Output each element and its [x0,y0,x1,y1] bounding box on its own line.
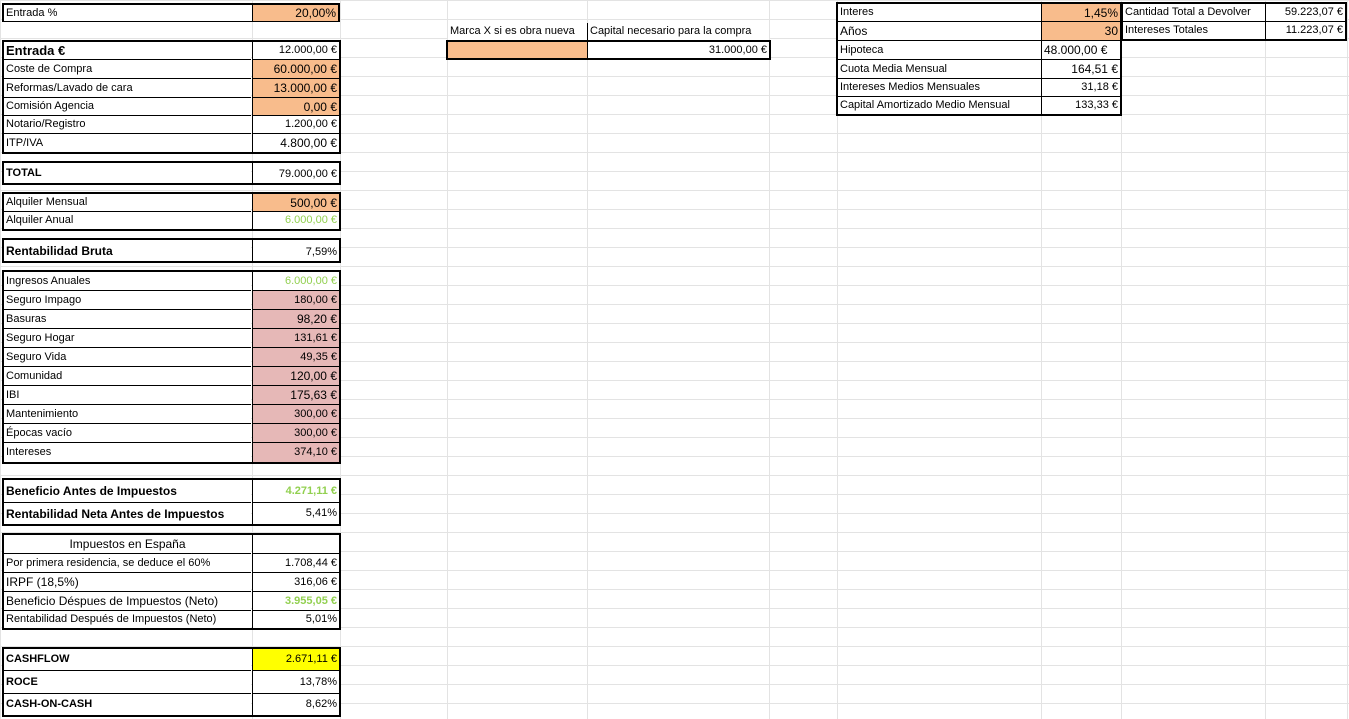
beneficio-neto-value: 3.955,05 € [253,592,339,611]
intereses-totales-label: Intereses Totales [1123,22,1265,39]
roce-label: ROCE [4,671,251,694]
total-value: 79.000,00 € [253,165,339,183]
notario-value: 1.200,00 € [253,116,339,134]
comision-value[interactable]: 0,00 € [253,98,339,116]
primera-residencia-value: 1.708,44 € [253,554,339,573]
itp-label: ITP/IVA [4,134,251,152]
intereses-medios-label: Intereses Medios Mensuales [838,79,1041,97]
notario-label: Notario/Registro [4,116,251,134]
beneficio-antes-label: Beneficio Antes de Impuestos [4,480,251,503]
anos-value[interactable]: 30 [1042,22,1120,41]
ibi-label: IBI [4,386,251,405]
mantenimiento-label: Mantenimiento [4,405,251,424]
obra-nueva-input[interactable] [448,41,587,59]
total-label: TOTAL [4,163,251,183]
primera-residencia-label: Por primera residencia, se deduce el 60% [4,554,251,573]
alquiler-anual-value: 6.000,00 € [253,212,339,229]
cash-on-cash-value: 8,62% [253,694,339,715]
irpf-value: 316,06 € [253,573,339,592]
cuota-media-label: Cuota Media Mensual [838,60,1041,79]
entrada-eur-label: Entrada € [4,42,251,60]
beneficio-antes-value: 4.271,11 € [253,480,339,503]
intereses-value: 374,10 € [253,443,339,462]
entrada-pct-label: Entrada % [2,3,252,22]
alquiler-mensual-label: Alquiler Mensual [4,194,251,212]
capital-amortizado-label: Capital Amortizado Medio Mensual [838,97,1041,114]
hipoteca-value: 48.000,00 € [1042,41,1120,60]
coste-compra-value[interactable]: 60.000,00 € [253,60,339,79]
cantidad-total-value: 59.223,07 € [1266,4,1345,22]
intereses-totales-value: 11.223,07 € [1266,22,1345,39]
seguro-impago-value[interactable]: 180,00 € [253,291,339,310]
seguro-hogar-label: Seguro Hogar [4,329,251,348]
impuestos-header: Impuestos en España [4,535,251,554]
rentabilidad-neto-value: 5,01% [253,611,339,628]
ingresos-anuales-label: Ingresos Anuales [4,272,251,291]
seguro-vida-value[interactable]: 49,35 € [253,348,339,367]
entrada-pct-value[interactable]: 20,00% [252,3,340,22]
reformas-value[interactable]: 13.000,00 € [253,79,339,98]
capital-amortizado-value: 133,33 € [1042,97,1120,114]
interes-label: Interes [838,4,1041,22]
hipoteca-label: Hipoteca [838,41,1041,60]
ingresos-anuales-value: 6.000,00 € [253,272,339,291]
epocas-vacio-value[interactable]: 300,00 € [253,424,339,443]
beneficio-neto-label: Beneficio Déspues de Impuestos (Neto) [4,592,251,611]
seguro-vida-label: Seguro Vida [4,348,251,367]
comision-label: Comisión Agencia [4,98,251,116]
capital-necesario-header: Capital necesario para la compra [587,23,769,41]
itp-value: 4.800,00 € [253,134,339,152]
cantidad-total-label: Cantidad Total a Devolver [1123,4,1265,22]
rentabilidad-bruta-label: Rentabilidad Bruta [4,240,251,261]
rentabilidad-bruta-value: 7,59% [253,243,339,261]
anos-label: Años [838,22,1041,41]
cashflow-label: CASHFLOW [4,649,251,671]
seguro-impago-label: Seguro Impago [4,291,251,310]
rentabilidad-neto-label: Rentabilidad Después de Impuestos (Neto) [4,611,251,628]
reformas-label: Reformas/Lavado de cara [4,79,251,98]
intereses-label: Intereses [4,443,251,462]
basuras-value[interactable]: 98,20 € [253,310,339,329]
basuras-label: Basuras [4,310,251,329]
roce-value: 13,78% [253,671,339,694]
comunidad-value[interactable]: 120,00 € [253,367,339,386]
alquiler-anual-label: Alquiler Anual [4,212,251,229]
cashflow-value: 2.671,11 € [253,649,339,671]
entrada-eur-value: 12.000,00 € [253,42,339,60]
rentabilidad-neta-value: 5,41% [253,503,339,524]
epocas-vacio-label: Épocas vacío [4,424,251,443]
alquiler-mensual-value[interactable]: 500,00 € [253,194,339,212]
rentabilidad-neta-label: Rentabilidad Neta Antes de Impuestos [4,503,251,524]
seguro-hogar-value[interactable]: 131,61 € [253,329,339,348]
impuestos-header-blank [253,535,339,554]
cash-on-cash-label: CASH-ON-CASH [4,694,251,715]
coste-compra-label: Coste de Compra [4,60,251,79]
capital-necesario-value: 31.000,00 € [588,41,769,59]
irpf-label: IRPF (18,5%) [4,573,251,592]
intereses-medios-value: 31,18 € [1042,79,1120,97]
ibi-value[interactable]: 175,63 € [253,386,339,405]
interes-value[interactable]: 1,45% [1042,4,1120,22]
cuota-media-value: 164,51 € [1042,60,1120,79]
comunidad-label: Comunidad [4,367,251,386]
obra-nueva-header: Marca X si es obra nueva [448,23,587,41]
mantenimiento-value[interactable]: 300,00 € [253,405,339,424]
